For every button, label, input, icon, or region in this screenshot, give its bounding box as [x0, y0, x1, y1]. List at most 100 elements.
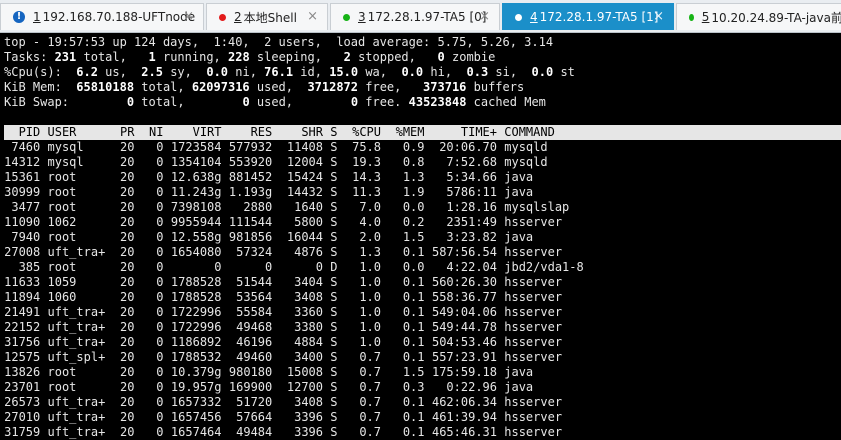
- cell-cpu: 75.8: [352, 140, 381, 154]
- swap-segment: 0: [126, 95, 135, 109]
- tab-3[interactable]: 3 172.28.1.97-TA5 [0] ×: [330, 3, 500, 30]
- close-icon[interactable]: ×: [653, 9, 664, 24]
- tasks-segment: 228: [228, 50, 250, 64]
- cell-virt: 1722996: [170, 305, 222, 319]
- cell-pr: 20: [120, 260, 135, 274]
- cell-pid: 31759: [4, 425, 41, 439]
- cell-res: 2880: [243, 200, 273, 214]
- cell-ni: 0: [156, 290, 164, 304]
- cell-virt: 10.379g: [170, 365, 222, 379]
- cell-time: 560:26.30: [431, 275, 497, 289]
- cell-state: S: [330, 365, 338, 379]
- cell-mem: 1.3: [402, 170, 425, 184]
- cell-mem: 0.1: [402, 320, 425, 334]
- cell-cpu: 1.0: [359, 290, 381, 304]
- cell-shr: 0: [315, 260, 323, 274]
- cell-pid: 7460: [11, 140, 41, 154]
- cell-state: S: [330, 290, 338, 304]
- cell-user: uft_tra+: [47, 335, 106, 349]
- tasks-summary-line: Tasks: 231 total, 1 running, 228 sleepin…: [4, 50, 495, 65]
- cell-command: java: [504, 185, 534, 199]
- cell-virt: 1657456: [170, 410, 222, 424]
- column-header-cpu: %CPU: [352, 125, 381, 139]
- cell-pr: 20: [120, 335, 135, 349]
- cell-pr: 20: [120, 200, 135, 214]
- cell-virt: 19.957g: [170, 380, 222, 394]
- cell-pr: 20: [120, 395, 135, 409]
- mem-segment: buffers: [466, 80, 525, 94]
- tab-4[interactable]: 4 172.28.1.97-TA5 [1] ×: [502, 3, 674, 30]
- cpu-segment: st: [553, 65, 575, 79]
- cell-mem: 1.9: [402, 185, 425, 199]
- cell-mem: 0.9: [402, 140, 425, 154]
- cell-user: uft_tra+: [47, 395, 106, 409]
- mem-segment: used,: [249, 80, 308, 94]
- table-row: 27008 uft_tra+ 20 0 1654080 57324 4876 S 1.3 0.1 5…: [4, 245, 841, 260]
- cell-res: 51720: [236, 395, 273, 409]
- cell-shr: 4884: [294, 335, 323, 349]
- cpu-segment: 2.5: [141, 65, 163, 79]
- cell-mem: 0.1: [402, 425, 425, 439]
- column-header-user: USER: [47, 125, 77, 139]
- cell-res: 553920: [228, 155, 273, 169]
- cell-res: 169900: [228, 380, 273, 394]
- close-icon[interactable]: ×: [307, 9, 318, 24]
- tab-label: 10.20.24.89-TA-java前台: [711, 10, 841, 25]
- cell-time: 558:36.77: [431, 290, 497, 304]
- swap-segment: total,: [134, 95, 243, 109]
- table-row: 26573 uft_tra+ 20 0 1657332 51720 3408 S 0.7 0.1 4…: [4, 395, 841, 410]
- cell-pid: 31756: [4, 335, 41, 349]
- cpu-segment: %Cpu(s):: [4, 65, 77, 79]
- cell-command: hsserver: [504, 395, 563, 409]
- red-dot-icon: [219, 13, 226, 21]
- table-row: 31759 uft_tra+ 20 0 1657464 49484 3396 S 0.7 0.1 4…: [4, 425, 841, 440]
- cell-time: 461:39.94: [431, 410, 497, 424]
- cell-pr: 20: [120, 275, 135, 289]
- cell-ni: 0: [156, 425, 164, 439]
- close-icon[interactable]: ×: [183, 9, 194, 24]
- close-icon[interactable]: ×: [479, 9, 490, 24]
- table-row: 21491 uft_tra+ 20 0 1722996 55584 3360 S 1.0 0.1 5…: [4, 305, 841, 320]
- cell-shr: 4876: [294, 245, 323, 259]
- cell-shr: 12004: [286, 155, 323, 169]
- cell-command: hsserver: [504, 275, 563, 289]
- cell-pr: 20: [120, 155, 135, 169]
- cell-shr: 3400: [294, 350, 323, 364]
- cell-time: 2351:49: [446, 215, 497, 229]
- cell-mem: 0.8: [402, 155, 425, 169]
- cell-cpu: 0.7: [359, 380, 381, 394]
- terminal-output[interactable]: top - 19:57:53 up 124 days, 1:40, 2 user…: [0, 33, 841, 440]
- cell-mem: 0.1: [402, 410, 425, 424]
- tab-5[interactable]: 5 10.20.24.89-TA-java前台: [676, 3, 841, 30]
- cell-time: 587:56.54: [431, 245, 497, 259]
- cell-state: S: [330, 140, 338, 154]
- cell-mem: 0.1: [402, 350, 425, 364]
- tab-number: 3: [358, 10, 366, 24]
- cell-res: 881452: [228, 170, 273, 184]
- cell-mem: 0.1: [402, 290, 425, 304]
- cell-state: S: [330, 245, 338, 259]
- cell-state: S: [330, 410, 338, 424]
- cell-state: S: [330, 425, 338, 439]
- cell-time: 20:06.70: [439, 140, 497, 154]
- cell-time: 7:52.68: [446, 155, 497, 169]
- cell-shr: 3408: [294, 290, 323, 304]
- mem-segment: 62097316: [191, 80, 250, 94]
- cell-virt: 9955944: [170, 215, 222, 229]
- cell-mem: 0.1: [402, 305, 425, 319]
- table-row: 385 root 20 0 0 0 0 D 1.0 0.0 4:22.04 jbd2/vda1-8: [4, 260, 841, 275]
- cell-res: 57324: [236, 245, 273, 259]
- cell-time: 5786:11: [446, 185, 497, 199]
- cpu-segment: wa,: [358, 65, 402, 79]
- cell-mem: 1.5: [402, 230, 425, 244]
- column-header-res: RES: [250, 125, 273, 139]
- tab-1[interactable]: ! 1 192.168.70.188-UFTnode ×: [0, 3, 204, 30]
- cell-cpu: 19.3: [352, 155, 381, 169]
- cell-state: S: [330, 380, 338, 394]
- tab-2[interactable]: 2 本地Shell ×: [206, 3, 328, 30]
- cell-virt: 11.243g: [170, 185, 222, 199]
- table-row: 15361 root 20 0 12.638g 881452 15424 S 14.3 1.3 5:…: [4, 170, 841, 185]
- cell-mem: 1.5: [402, 365, 425, 379]
- cell-cpu: 11.3: [352, 185, 381, 199]
- cell-pr: 20: [120, 365, 135, 379]
